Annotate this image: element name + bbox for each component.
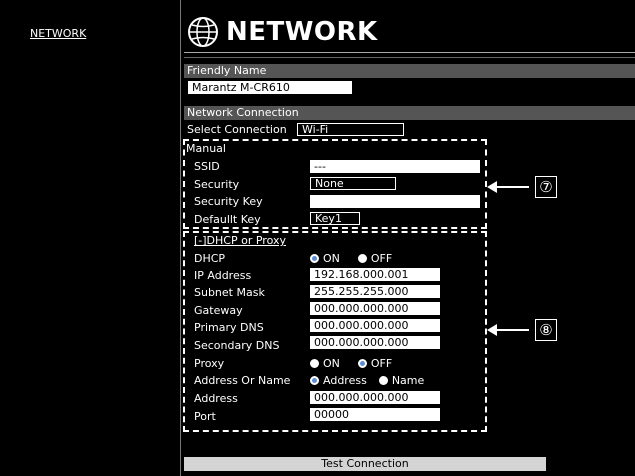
secondary-dns-label: Secondary DNS bbox=[194, 339, 280, 352]
name-option-label: Name bbox=[391, 374, 425, 387]
default-key-label: Defaullt Key bbox=[194, 213, 261, 226]
globe-icon bbox=[188, 17, 218, 47]
proxy-on-radio[interactable] bbox=[310, 359, 319, 368]
select-connection-label: Select Connection bbox=[187, 123, 287, 136]
section-friendly-name: Friendly Name bbox=[184, 64, 635, 78]
dhcp-label: DHCP bbox=[194, 252, 226, 265]
subnet-mask-label: Subnet Mask bbox=[194, 286, 265, 299]
proxy-radio-group: ON OFF bbox=[310, 357, 392, 370]
security-key-field[interactable] bbox=[310, 195, 480, 208]
page-header: NETWORK bbox=[186, 14, 378, 50]
proxy-off-radio[interactable] bbox=[357, 359, 367, 368]
address-option-radio[interactable] bbox=[310, 376, 319, 385]
ssid-label: SSID bbox=[194, 160, 220, 173]
callout-number-8: ⑧ bbox=[535, 319, 557, 341]
primary-dns-field[interactable]: 000.000.000.000 bbox=[310, 319, 440, 332]
proxy-address-label: Address bbox=[194, 392, 238, 405]
name-option-radio[interactable] bbox=[378, 376, 388, 385]
page-title: NETWORK bbox=[226, 17, 378, 47]
address-option-label: Address bbox=[323, 374, 367, 387]
gateway-label: Gateway bbox=[194, 304, 243, 317]
primary-dns-label: Primary DNS bbox=[194, 321, 264, 334]
proxy-label: Proxy bbox=[194, 357, 225, 370]
dhcp-proxy-toggle[interactable]: [-]DHCP or Proxy bbox=[194, 234, 286, 247]
header-rule bbox=[184, 52, 635, 53]
security-key-label: Security Key bbox=[194, 195, 263, 208]
sidebar-link-network[interactable]: NETWORK bbox=[30, 27, 86, 40]
section-network-connection: Network Connection bbox=[184, 106, 635, 120]
port-field[interactable]: 00000 bbox=[310, 408, 440, 421]
default-key-dropdown[interactable]: Key1 bbox=[310, 212, 360, 225]
select-connection-dropdown[interactable]: Wi-Fi bbox=[297, 123, 404, 136]
dhcp-off-radio[interactable] bbox=[357, 254, 367, 263]
address-or-name-label: Address Or Name bbox=[194, 374, 291, 387]
proxy-address-field[interactable]: 000.000.000.000 bbox=[310, 391, 440, 404]
proxy-on-label: ON bbox=[323, 357, 340, 370]
secondary-dns-field[interactable]: 000.000.000.000 bbox=[310, 336, 440, 349]
ip-address-label: IP Address bbox=[194, 269, 252, 282]
dhcp-on-label: ON bbox=[323, 252, 340, 265]
proxy-off-label: OFF bbox=[370, 357, 393, 370]
ssid-field[interactable]: --- bbox=[310, 160, 480, 173]
security-dropdown[interactable]: None bbox=[310, 177, 396, 190]
dhcp-on-radio[interactable] bbox=[310, 254, 319, 263]
friendly-name-field[interactable]: Marantz M-CR610 bbox=[188, 81, 352, 94]
dhcp-off-label: OFF bbox=[370, 252, 393, 265]
dhcp-radio-group: ON OFF bbox=[310, 252, 392, 265]
port-label: Port bbox=[194, 410, 216, 423]
callout-arrow-line bbox=[495, 329, 529, 331]
address-or-name-radio-group: Address Name bbox=[310, 374, 424, 387]
security-label: Security bbox=[194, 178, 240, 191]
ip-address-field[interactable]: 192.168.000.001 bbox=[310, 268, 440, 281]
manual-heading: Manual bbox=[186, 142, 226, 155]
test-connection-button[interactable]: Test Connection bbox=[184, 457, 546, 471]
header-rule-secondary bbox=[184, 57, 635, 58]
subnet-mask-field[interactable]: 255.255.255.000 bbox=[310, 285, 440, 298]
sidebar-divider bbox=[180, 0, 181, 476]
callout-number-7: ⑦ bbox=[535, 176, 557, 198]
callout-arrow-line bbox=[495, 186, 529, 188]
gateway-field[interactable]: 000.000.000.000 bbox=[310, 302, 440, 315]
